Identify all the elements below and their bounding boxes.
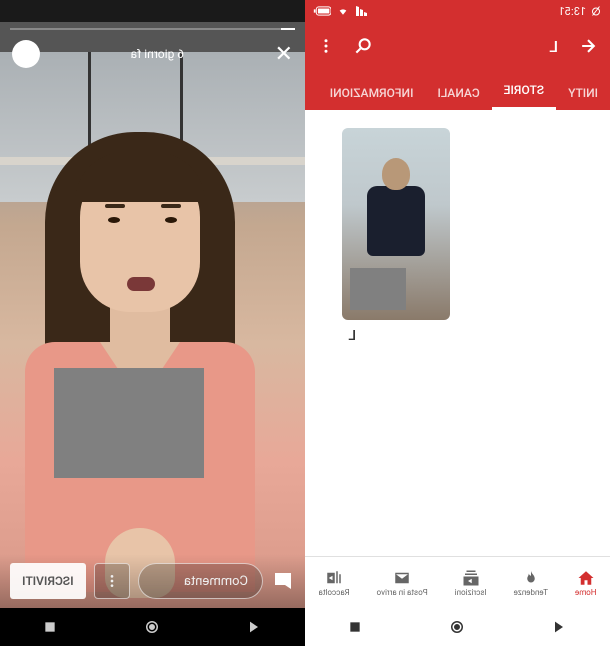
signal-icon	[355, 6, 367, 16]
overflow-menu-icon	[104, 573, 120, 589]
youtube-app-screen: 13:51 L INITY STORIE CANALI INFORMAZIONI	[305, 0, 610, 646]
nav-label: Posta in arrivo	[377, 588, 428, 597]
channel-avatar[interactable]	[12, 40, 40, 68]
sys-back-icon[interactable]	[551, 619, 567, 635]
wifi-icon	[337, 6, 349, 16]
nav-label: Iscrizioni	[455, 588, 487, 597]
system-navigation	[0, 608, 305, 646]
subscribe-button[interactable]: ISCRIVITI	[10, 563, 86, 599]
nav-label: Raccolta	[319, 588, 350, 597]
redaction-block	[350, 268, 406, 310]
tab-stories[interactable]: STORIE	[492, 73, 556, 110]
story-actions-bar: Commenta ISCRIVITI	[0, 554, 305, 608]
library-icon	[324, 569, 344, 587]
subscribe-label: ISCRIVITI	[22, 574, 74, 588]
sys-home-icon[interactable]	[448, 618, 466, 636]
home-icon	[576, 569, 596, 587]
channel-tabs: INITY STORIE CANALI INFORMAZIONI	[305, 70, 610, 110]
nav-trending[interactable]: Tendenze	[514, 569, 548, 597]
redaction-block	[54, 368, 204, 478]
story-menu-button[interactable]	[94, 563, 130, 599]
nav-library[interactable]: Raccolta	[319, 569, 350, 597]
bottom-navigation: Home Tendenze Iscrizioni Posta in arrivo…	[305, 556, 610, 608]
sys-recent-icon[interactable]	[43, 620, 57, 634]
status-bar-dark	[0, 0, 305, 22]
comment-icon[interactable]	[271, 569, 295, 593]
nav-label: Home	[575, 588, 597, 597]
back-arrow-icon[interactable]	[578, 36, 598, 56]
inbox-icon	[392, 569, 412, 587]
story-thumbnail[interactable]	[342, 128, 450, 320]
sys-back-icon[interactable]	[246, 619, 262, 635]
sys-recent-icon[interactable]	[348, 620, 362, 634]
nav-subscriptions[interactable]: Iscrizioni	[455, 569, 487, 597]
sys-home-icon[interactable]	[143, 618, 161, 636]
channel-initial: L	[549, 37, 558, 56]
status-time: 13:51	[559, 5, 586, 18]
subscriptions-icon	[461, 569, 481, 587]
battery-icon	[313, 6, 331, 16]
app-toolbar: L	[305, 22, 610, 70]
close-icon[interactable]: ✕	[275, 42, 293, 67]
story-progress	[10, 28, 295, 30]
nav-label: Tendenze	[514, 588, 548, 597]
alarm-off-icon	[590, 5, 602, 17]
story-viewer-screen: ✕ 6 giorni fa Commenta ISCRIVITI	[0, 0, 305, 646]
thumbnail-person	[360, 158, 430, 268]
story-viewer[interactable]: ✕ 6 giorni fa Commenta ISCRIVITI	[0, 22, 305, 608]
nav-inbox[interactable]: Posta in arrivo	[377, 569, 428, 597]
overflow-menu-icon[interactable]	[317, 37, 335, 55]
status-bar: 13:51	[305, 0, 610, 22]
stories-content: L	[305, 110, 610, 556]
tab-about[interactable]: INFORMAZIONI	[318, 76, 426, 110]
comment-input[interactable]: Commenta	[138, 563, 263, 599]
comment-placeholder: Commenta	[184, 574, 248, 589]
story-header: ✕ 6 giorni fa	[0, 36, 305, 72]
nav-home[interactable]: Home	[575, 569, 597, 597]
trending-icon	[521, 569, 541, 587]
story-caption: L	[348, 328, 356, 344]
tab-channels[interactable]: CANALI	[425, 76, 491, 110]
story-timestamp: 6 giorni fa	[131, 47, 185, 61]
search-icon[interactable]	[353, 36, 373, 56]
tab-community[interactable]: INITY	[556, 76, 610, 110]
system-navigation	[305, 608, 610, 646]
